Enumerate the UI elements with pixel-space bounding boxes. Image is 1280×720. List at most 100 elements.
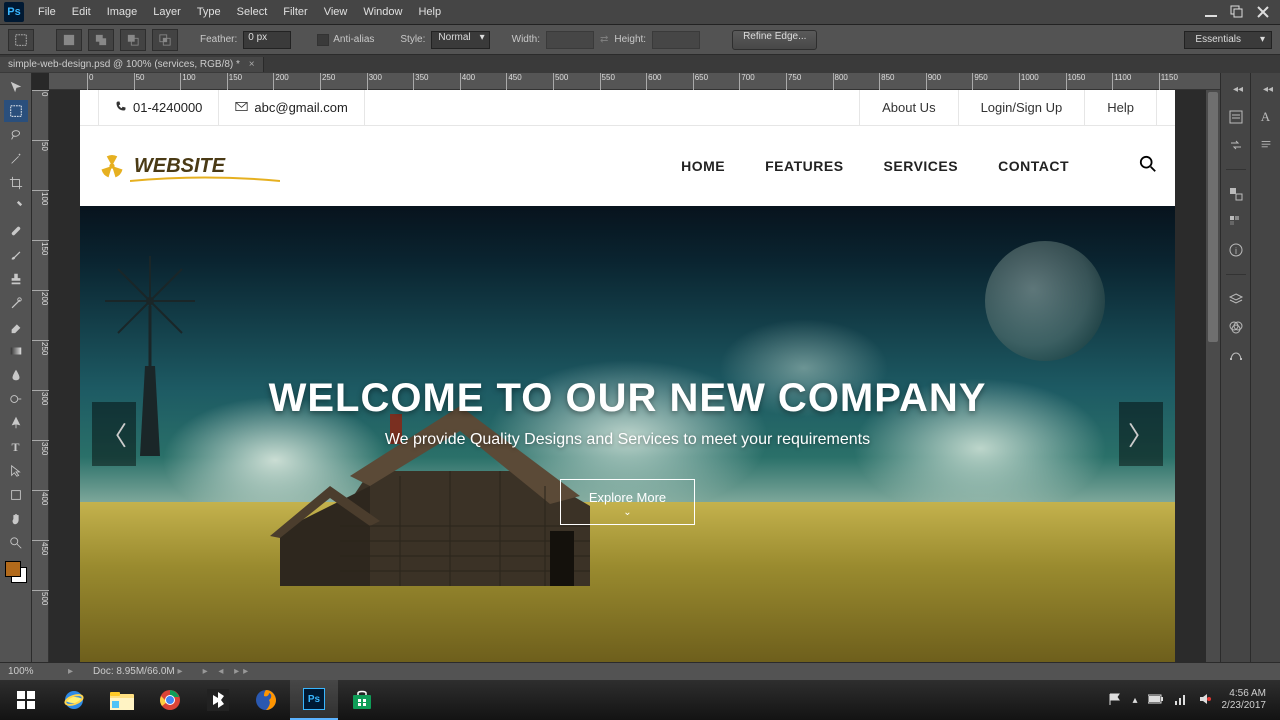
hand-tool-icon[interactable] (4, 508, 28, 530)
clock-date: 2/23/2017 (1222, 700, 1267, 712)
menu-file[interactable]: File (30, 6, 64, 18)
doc-info[interactable]: Doc: 8.95M/66.0M ▸ (93, 666, 183, 677)
ruler-horizontal[interactable]: 0501001502002503003504004505005506006507… (49, 73, 1220, 90)
antialias-checkbox[interactable] (317, 34, 329, 46)
site-logo[interactable]: WEBSITE (98, 152, 225, 180)
stamp-tool-icon[interactable] (4, 268, 28, 290)
magic-wand-tool-icon[interactable] (4, 148, 28, 170)
color-panel-icon[interactable] (1226, 184, 1246, 204)
menu-layer[interactable]: Layer (145, 6, 189, 18)
nav-contact[interactable]: CONTACT (998, 158, 1069, 174)
selection-add-icon[interactable] (88, 29, 114, 51)
carousel-prev-button[interactable]: 〈 (92, 402, 136, 466)
panel-expand-icon-2[interactable]: ◂◂ (1258, 79, 1278, 99)
close-button[interactable] (1250, 2, 1276, 22)
character-panel-icon[interactable]: A (1256, 107, 1276, 127)
path-select-tool-icon[interactable] (4, 460, 28, 482)
task-explorer-icon[interactable] (98, 680, 146, 720)
topbar-link-about[interactable]: About Us (859, 90, 957, 125)
minimize-button[interactable] (1198, 2, 1224, 22)
document-tab[interactable]: simple-web-design.psd @ 100% (services, … (0, 57, 264, 72)
antialias-label: Anti-alias (333, 34, 374, 45)
marquee-tool-icon[interactable] (4, 100, 28, 122)
workspace-select[interactable]: Essentials▾ (1184, 31, 1272, 49)
start-button[interactable] (2, 680, 50, 720)
color-swatches[interactable] (3, 559, 29, 585)
menu-image[interactable]: Image (99, 6, 146, 18)
menu-filter[interactable]: Filter (275, 6, 315, 18)
close-tab-icon[interactable]: × (249, 59, 255, 70)
nav-home[interactable]: HOME (681, 158, 725, 174)
menu-select[interactable]: Select (229, 6, 276, 18)
foreground-color-swatch[interactable] (5, 561, 21, 577)
nav-services[interactable]: SERVICES (884, 158, 959, 174)
lasso-tool-icon[interactable] (4, 124, 28, 146)
menu-window[interactable]: Window (355, 6, 410, 18)
tray-flag-icon[interactable] (1108, 692, 1122, 709)
tray-volume-icon[interactable] (1198, 692, 1212, 709)
logo-underline-icon (130, 176, 280, 186)
channels-panel-icon[interactable] (1226, 317, 1246, 337)
scrollbar-thumb[interactable] (1208, 92, 1218, 342)
toolbox: T (0, 73, 32, 662)
selection-subtract-icon[interactable] (120, 29, 146, 51)
menu-view[interactable]: View (316, 6, 356, 18)
move-tool-icon[interactable] (4, 76, 28, 98)
zoom-level[interactable]: 100% (8, 666, 68, 677)
taskbar-clock[interactable]: 4:56 AM 2/23/2017 (1222, 688, 1273, 712)
pen-tool-icon[interactable] (4, 412, 28, 434)
menu-help[interactable]: Help (410, 6, 449, 18)
eraser-tool-icon[interactable] (4, 316, 28, 338)
hero-cta-button[interactable]: Explore More ⌄ (560, 479, 695, 525)
info-panel-icon[interactable]: i (1226, 240, 1246, 260)
history-brush-tool-icon[interactable] (4, 292, 28, 314)
menu-type[interactable]: Type (189, 6, 229, 18)
maximize-button[interactable] (1224, 2, 1250, 22)
style-select[interactable]: Normal ▾ (431, 31, 489, 49)
tray-network-icon[interactable] (1174, 692, 1188, 709)
gradient-tool-icon[interactable] (4, 340, 28, 362)
task-store-icon[interactable] (338, 680, 386, 720)
brush-tool-icon[interactable] (4, 244, 28, 266)
document-canvas[interactable]: 01-4240000 abc@gmail.com About Us Login/… (80, 90, 1175, 662)
tool-preset-icon[interactable] (8, 29, 34, 51)
task-firefox-icon[interactable] (242, 680, 290, 720)
search-icon[interactable] (1139, 155, 1157, 178)
swatches-panel-icon[interactable] (1226, 212, 1246, 232)
topbar-link-login[interactable]: Login/Sign Up (958, 90, 1085, 125)
tray-up-icon[interactable]: ▴ (1132, 695, 1137, 706)
paths-panel-icon[interactable] (1226, 345, 1246, 365)
playback-controls[interactable]: ▸ ◂ ▸▸ (203, 666, 253, 677)
task-chrome-icon[interactable] (146, 680, 194, 720)
site-nav-links: HOME FEATURES SERVICES CONTACT (681, 155, 1157, 178)
menu-edit[interactable]: Edit (64, 6, 99, 18)
selection-intersect-icon[interactable] (152, 29, 178, 51)
healing-tool-icon[interactable] (4, 220, 28, 242)
topbar-link-help[interactable]: Help (1084, 90, 1157, 125)
history-panel-icon[interactable] (1226, 107, 1246, 127)
task-ie-icon[interactable] (50, 680, 98, 720)
eyedropper-tool-icon[interactable] (4, 196, 28, 218)
task-unity-icon[interactable] (194, 680, 242, 720)
nav-features[interactable]: FEATURES (765, 158, 843, 174)
zoom-tool-icon[interactable] (4, 532, 28, 554)
carousel-next-button[interactable]: 〉 (1119, 402, 1163, 466)
shape-tool-icon[interactable] (4, 484, 28, 506)
panel-expand-icon[interactable]: ◂◂ (1228, 79, 1248, 99)
tray-battery-icon[interactable] (1148, 694, 1164, 707)
task-photoshop-icon[interactable]: Ps (290, 680, 338, 720)
swap-dimensions-icon[interactable]: ⇄ (600, 34, 608, 45)
paragraph-panel-icon[interactable] (1256, 135, 1276, 155)
site-nav: WEBSITE HOME FEATURES SERVICES CONTACT (80, 126, 1175, 206)
scrollbar-vertical[interactable] (1206, 90, 1220, 662)
refine-edge-button[interactable]: Refine Edge... (732, 30, 817, 50)
blur-tool-icon[interactable] (4, 364, 28, 386)
selection-new-icon[interactable] (56, 29, 82, 51)
ruler-vertical[interactable]: 050100150200250300350400450500 (32, 90, 49, 662)
crop-tool-icon[interactable] (4, 172, 28, 194)
swap-panel-icon[interactable] (1226, 135, 1246, 155)
layers-panel-icon[interactable] (1226, 289, 1246, 309)
dodge-tool-icon[interactable] (4, 388, 28, 410)
type-tool-icon[interactable]: T (4, 436, 28, 458)
feather-input[interactable]: 0 px (243, 31, 291, 49)
